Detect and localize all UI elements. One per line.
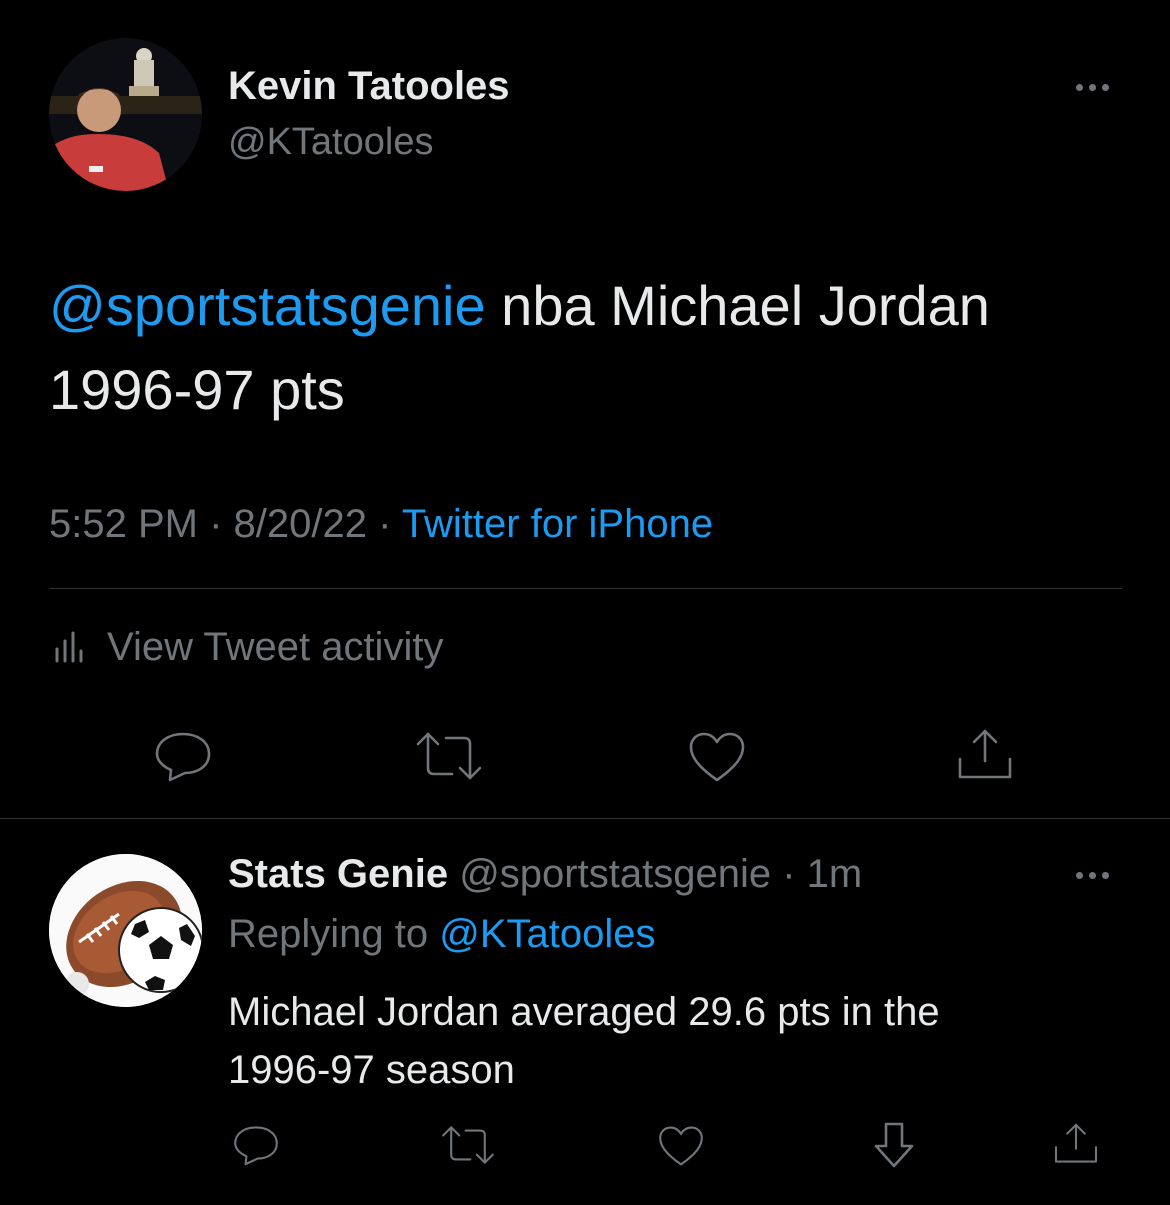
activity-label: View Tweet activity <box>107 624 444 669</box>
reply-author-handle[interactable]: @sportstatsgenie <box>459 852 771 896</box>
share-icon[interactable] <box>955 725 1015 785</box>
meta-separator: · <box>366 502 402 546</box>
tweet-text: @sportstatsgenie nba Michael Jordan 1996… <box>49 264 1129 432</box>
reply-author-name[interactable]: Stats Genie <box>228 852 448 896</box>
reply-text: Michael Jordan averaged 29.6 pts in the … <box>228 990 940 1092</box>
reply-more-options-icon[interactable] <box>1076 872 1109 879</box>
mention-link[interactable]: @sportstatsgenie <box>49 274 486 337</box>
reply-age: 1m <box>806 852 863 896</box>
activity-chart-icon <box>49 627 85 667</box>
tweet-date: 8/20/22 <box>233 502 367 546</box>
replying-to: Replying to @KTatooles <box>228 912 656 957</box>
meta-separator: · <box>771 852 807 896</box>
retweet-icon[interactable] <box>414 730 484 782</box>
reply-share-icon[interactable] <box>1052 1120 1100 1168</box>
view-tweet-activity-button[interactable]: View Tweet activity <box>49 622 443 672</box>
reply-avatar[interactable] <box>49 854 202 1007</box>
meta-separator: · <box>197 502 234 546</box>
like-icon[interactable] <box>687 730 747 784</box>
reply-retweet-icon[interactable] <box>440 1124 496 1166</box>
reply-header: Stats Genie @sportstatsgenie · 1m <box>228 852 862 897</box>
tweet-source-link[interactable]: Twitter for iPhone <box>402 502 713 546</box>
author-name[interactable]: Kevin Tatooles <box>228 64 510 109</box>
more-options-icon[interactable] <box>1076 84 1109 91</box>
divider <box>0 818 1170 819</box>
divider <box>49 588 1122 589</box>
replying-to-label: Replying to <box>228 912 440 956</box>
author-handle[interactable]: @KTatooles <box>228 121 433 164</box>
tweet-meta: 5:52 PM · 8/20/22 · Twitter for iPhone <box>49 502 713 547</box>
tweet-time: 5:52 PM <box>49 502 198 546</box>
vote-down-icon[interactable] <box>872 1120 916 1170</box>
reply-icon[interactable] <box>153 728 213 784</box>
reply-like-icon[interactable] <box>657 1124 705 1168</box>
author-avatar[interactable] <box>49 38 202 191</box>
reply-reply-icon[interactable] <box>232 1122 280 1168</box>
replying-to-handle[interactable]: @KTatooles <box>439 912 655 956</box>
